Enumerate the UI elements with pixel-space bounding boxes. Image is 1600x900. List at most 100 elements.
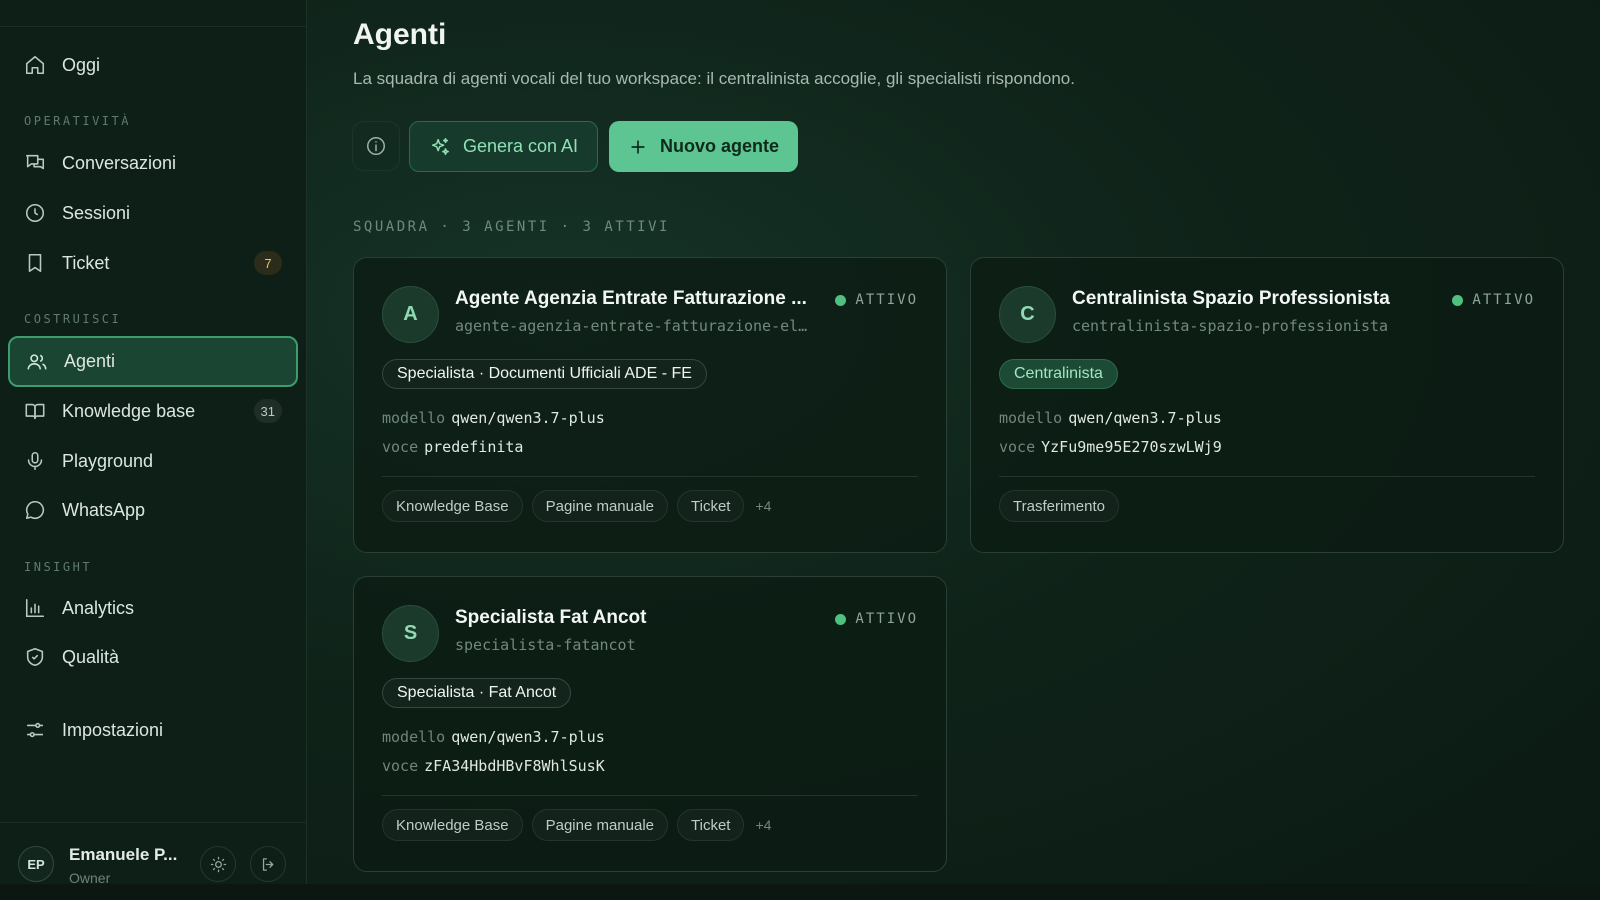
agent-card[interactable]: C Centralinista Spazio Professionista ce… [970,257,1564,553]
sidebar-item-label: Sessioni [62,202,131,223]
tool-tags: Knowledge Base Pagine manuale Ticket +4 [382,490,771,522]
agent-role-pill: Centralinista [999,359,1118,389]
model-value: qwen/qwen3.7-plus [1068,409,1222,427]
shield-check-icon [24,646,46,668]
sidebar-item-label: Playground [62,450,154,471]
more-tags-count: +4 [755,817,772,833]
new-agent-button[interactable]: Nuovo agente [609,121,798,172]
agent-model: modello qwen/qwen3.7-plus [382,728,605,746]
knowledge-count-badge: 31 [253,399,282,423]
ticket-count-badge: 7 [254,251,282,275]
tool-tag: Trasferimento [999,490,1119,522]
agent-model: modello qwen/qwen3.7-plus [382,409,605,427]
tool-tag: Ticket [677,809,745,841]
clock-icon [24,202,46,224]
sidebar-item-knowledge-base[interactable]: Knowledge base 31 [8,387,298,435]
agent-card[interactable]: A Agente Agenzia Entrate Fatturazione ..… [353,257,947,553]
sidebar-item-conversazioni[interactable]: Conversazioni [8,139,298,187]
status-dot [835,613,847,625]
generate-label: Genera con AI [462,136,579,156]
agent-voice: voce predefinita [382,438,523,456]
sidebar-item-label: Knowledge base [62,400,196,421]
sidebar-item-label: Analytics [62,597,135,618]
card-divider [382,795,918,796]
book-icon [24,400,46,422]
sidebar-item-analytics[interactable]: Analytics [8,584,298,632]
status-dot [835,294,847,306]
logout-button[interactable] [250,846,286,882]
tool-tag: Pagine manuale [531,809,669,841]
agent-voice: voce YzFu9me95E270szwLWj9 [999,438,1222,456]
bar-chart-icon [24,597,46,619]
sidebar-item-sessioni[interactable]: Sessioni [8,189,298,237]
agent-avatar: S [382,605,439,662]
tool-tag: Knowledge Base [382,809,523,841]
model-value: qwen/qwen3.7-plus [451,409,605,427]
tool-tags: Knowledge Base Pagine manuale Ticket +4 [382,809,771,841]
agent-role-pill: Specialista · Documenti Ufficiali ADE - … [382,359,707,389]
voice-key: voce [382,757,419,775]
status-badge: ATTIVO [1452,292,1535,308]
model-key: modello [382,409,446,427]
voice-key: voce [382,438,419,456]
sun-icon [210,856,227,873]
sidebar-item-ticket[interactable]: Ticket 7 [8,239,298,287]
sidebar-item-label: Impostazioni [62,719,164,740]
section-label-operativita: OPERATIVITÀ [24,114,131,128]
agent-name: Specialista Fat Ancot [455,607,647,628]
page-subtitle: La squadra di agenti vocali del tuo work… [353,69,1075,88]
user-name: Emanuele P... [69,845,178,864]
bookmark-icon [24,252,46,274]
sparkles-icon [429,136,463,158]
page-title: Agenti [353,18,447,51]
sidebar-item-playground[interactable]: Playground [8,437,298,485]
sidebar-divider [0,26,307,27]
plus-icon [628,137,660,157]
generate-with-ai-button[interactable]: Genera con AI [409,121,598,172]
sidebar-item-label: Qualità [62,646,120,667]
voice-value: zFA34HbdHBvF8WhlSusK [424,757,605,775]
status-label: ATTIVO [855,611,918,627]
theme-toggle-button[interactable] [200,846,236,882]
model-key: modello [999,409,1063,427]
voice-value: YzFu9me95E270szwLWj9 [1041,438,1222,456]
status-dot [1452,294,1464,306]
agent-model: modello qwen/qwen3.7-plus [999,409,1222,427]
sidebar: Oggi OPERATIVITÀ Conversazioni Sessioni … [0,0,307,886]
agent-avatar: A [382,286,439,343]
agent-slug: centralinista-spazio-professionista [1072,317,1389,335]
sidebar-item-impostazioni[interactable]: Impostazioni [8,706,298,754]
agent-role-pill: Specialista · Fat Ancot [382,678,572,708]
status-badge: ATTIVO [835,292,918,308]
home-icon [24,54,46,76]
sidebar-item-oggi[interactable]: Oggi [8,41,298,89]
status-badge: ATTIVO [835,611,918,627]
sidebar-item-qualita[interactable]: Qualità [8,633,298,681]
user-row: EP Emanuele P... Owner [0,822,307,886]
sidebar-item-label: WhatsApp [62,499,146,520]
status-label: ATTIVO [855,292,918,308]
info-icon [365,135,387,157]
agent-card[interactable]: S Specialista Fat Ancot specialista-fata… [353,576,947,872]
users-icon [26,351,48,373]
sidebar-item-agenti[interactable]: Agenti [8,336,298,387]
avatar[interactable]: EP [18,846,54,882]
tool-tags: Trasferimento [999,490,1128,522]
logout-icon [260,856,277,873]
agent-name: Agente Agenzia Entrate Fatturazione ... [455,288,807,309]
agent-avatar: C [999,286,1056,343]
sidebar-item-whatsapp[interactable]: WhatsApp [8,486,298,534]
agent-name: Centralinista Spazio Professionista [1072,288,1390,309]
card-divider [999,476,1535,477]
model-value: qwen/qwen3.7-plus [451,728,605,746]
sidebar-item-label: Ticket [62,252,110,273]
info-button[interactable] [352,121,400,171]
new-agent-label: Nuovo agente [659,136,779,156]
agent-slug: agente-agenzia-entrate-fatturazione-el… [455,317,808,335]
tool-tag: Pagine manuale [531,490,669,522]
squad-summary: SQUADRA · 3 AGENTI · 3 ATTIVI [353,219,670,235]
model-key: modello [382,728,446,746]
tool-tag: Knowledge Base [382,490,523,522]
chat-bubbles-icon [24,152,46,174]
microphone-icon [24,450,46,472]
